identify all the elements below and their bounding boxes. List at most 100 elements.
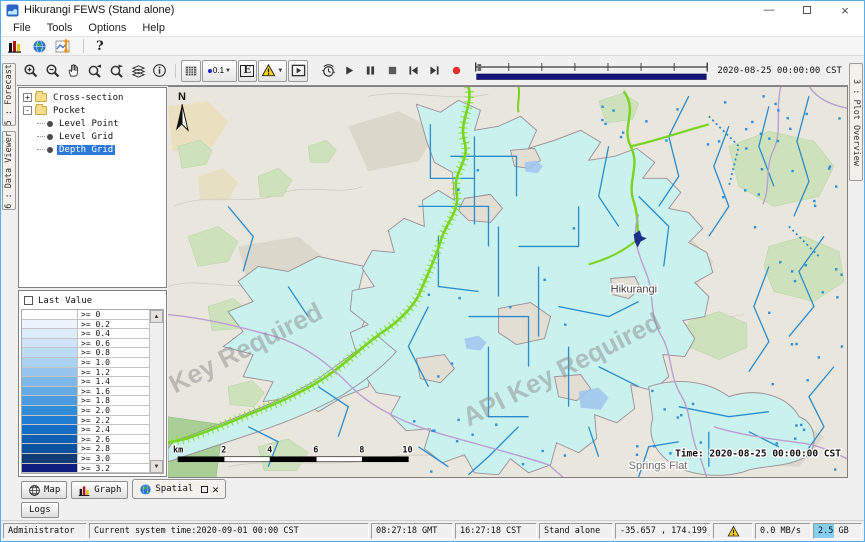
- toolbar-separator: [83, 39, 84, 53]
- svg-text:6: 6: [313, 446, 318, 456]
- layers-button[interactable]: [128, 60, 148, 82]
- tab-map[interactable]: Map: [21, 481, 67, 499]
- legend-row[interactable]: >= 1.4: [22, 377, 149, 387]
- map-display-button[interactable]: [31, 38, 47, 54]
- menu-item[interactable]: File: [5, 22, 39, 34]
- grid-display-toggle[interactable]: [181, 60, 201, 82]
- time-slider[interactable]: [472, 60, 711, 82]
- tree-leaf[interactable]: Level Grid: [23, 130, 166, 143]
- status-download-rate: 0.0 MB/s: [755, 523, 811, 539]
- tree-leaf[interactable]: Level Point: [23, 117, 166, 130]
- legend-color-swatch: [22, 406, 78, 415]
- legend-row[interactable]: >= 2.6: [22, 435, 149, 445]
- legend-row[interactable]: >= 0.8: [22, 348, 149, 358]
- record-button[interactable]: [446, 60, 466, 82]
- warnings-dropdown[interactable]: ▼: [258, 60, 288, 82]
- record-icon: [450, 64, 463, 77]
- legend-color-swatch: [22, 310, 78, 319]
- bottom-tab-bar: Map Graph Spatial ✕: [1, 478, 864, 500]
- legend-row[interactable]: >= 1.8: [22, 396, 149, 406]
- database-display-button[interactable]: [7, 38, 23, 54]
- skip-end-icon: [428, 64, 441, 77]
- contour-interval-dropdown[interactable]: 0.1 ▼: [202, 60, 237, 82]
- tree-leaf[interactable]: Depth Grid: [23, 143, 166, 156]
- legend-row[interactable]: >= 1.2: [22, 368, 149, 378]
- dock-tab[interactable]: 6 : Data Viewer: [2, 131, 16, 210]
- legend-scrollbar[interactable]: ▲ ▼: [149, 310, 163, 473]
- legend-row[interactable]: >= 2.2: [22, 416, 149, 426]
- svg-text:Hikurangi: Hikurangi: [611, 284, 657, 296]
- first-frame-button[interactable]: [403, 60, 423, 82]
- maximize-button[interactable]: [788, 2, 826, 19]
- legend-color-swatch: [22, 387, 78, 396]
- main-toolbar: ?: [1, 37, 864, 56]
- tree-node[interactable]: + Cross-section: [23, 91, 166, 104]
- animation-speed-button[interactable]: [318, 60, 338, 82]
- help-button[interactable]: ?: [96, 39, 104, 54]
- zoom-out-button[interactable]: [42, 60, 62, 82]
- menu-item[interactable]: Help: [134, 22, 173, 34]
- last-value-checkbox[interactable]: [24, 296, 33, 305]
- zoom-next-icon: [109, 63, 125, 79]
- close-button[interactable]: ×: [826, 2, 864, 19]
- legend-row[interactable]: >= 0.2: [22, 320, 149, 330]
- legend-row[interactable]: >= 3.2: [22, 464, 149, 474]
- status-warning-cell[interactable]: [713, 523, 753, 539]
- folder-icon: [35, 93, 47, 102]
- legend-row[interactable]: >= 1.6: [22, 387, 149, 397]
- legend-color-swatch: [22, 368, 78, 377]
- legend-color-swatch: [22, 464, 78, 473]
- hand-icon: [66, 63, 81, 78]
- timeseries-display-button[interactable]: [55, 38, 71, 54]
- legend-row[interactable]: >= 2.8: [22, 444, 149, 454]
- legend-row[interactable]: >= 3.0: [22, 454, 149, 464]
- dock-tab[interactable]: 5 : Forecast: [2, 63, 16, 126]
- play-button[interactable]: [339, 60, 359, 82]
- zoom-in-button[interactable]: [21, 60, 41, 82]
- expand-icon[interactable]: +: [23, 93, 32, 102]
- svg-text:2: 2: [221, 446, 226, 456]
- classbreaks-toggle[interactable]: E: [238, 60, 257, 82]
- zoom-previous-button[interactable]: [85, 60, 105, 82]
- tab-spatial[interactable]: Spatial ✕: [132, 479, 226, 499]
- map-view[interactable]: API Key Required API Key Required Hikura…: [168, 86, 848, 478]
- tree-node[interactable]: - Pocket: [23, 104, 166, 117]
- chevron-down-icon: ▼: [225, 68, 231, 74]
- globe-icon: [139, 483, 152, 496]
- info-button[interactable]: [149, 60, 169, 82]
- menu-bar: FileToolsOptionsHelp: [1, 19, 864, 37]
- topology-tree[interactable]: + Cross-section - Pocket: [18, 87, 167, 288]
- scroll-down-icon[interactable]: ▼: [150, 460, 163, 473]
- stop-button[interactable]: [382, 60, 402, 82]
- dot-icon: [208, 69, 212, 73]
- menu-item[interactable]: Tools: [39, 22, 81, 34]
- dock-tab[interactable]: 3 : Plot Overview: [849, 63, 863, 181]
- legend-row[interactable]: >= 1.0: [22, 358, 149, 368]
- status-memory: 2.5 GB: [813, 523, 862, 539]
- svg-text:4: 4: [267, 446, 272, 456]
- zoom-next-button[interactable]: [107, 60, 127, 82]
- legend-row[interactable]: >= 0.4: [22, 329, 149, 339]
- float-window-icon[interactable]: [201, 486, 208, 493]
- last-frame-button[interactable]: [425, 60, 445, 82]
- logs-button[interactable]: Logs: [21, 502, 59, 518]
- menu-item[interactable]: Options: [80, 22, 134, 34]
- status-gmt-time: 08:27:18 GMT: [371, 523, 453, 539]
- timer-icon: [321, 63, 336, 78]
- scroll-up-icon[interactable]: ▲: [150, 310, 163, 323]
- legend-row[interactable]: >= 2.0: [22, 406, 149, 416]
- legend-row[interactable]: >= 2.4: [22, 425, 149, 435]
- minimize-button[interactable]: —: [750, 2, 788, 19]
- legend-row[interactable]: >= 0.6: [22, 339, 149, 349]
- close-tab-icon[interactable]: ✕: [212, 486, 219, 493]
- tab-graph[interactable]: Graph: [71, 481, 128, 499]
- pause-button[interactable]: [361, 60, 381, 82]
- title-bar[interactable]: Hikurangi FEWS (Stand alone) — ×: [1, 1, 864, 19]
- pause-icon: [364, 64, 377, 77]
- slider-handle[interactable]: [478, 64, 482, 71]
- wire-globe-icon: [28, 484, 41, 497]
- movie-export-button[interactable]: [288, 60, 308, 82]
- legend-row[interactable]: >= 0: [22, 310, 149, 320]
- collapse-icon[interactable]: -: [23, 106, 32, 115]
- pan-button[interactable]: [64, 60, 84, 82]
